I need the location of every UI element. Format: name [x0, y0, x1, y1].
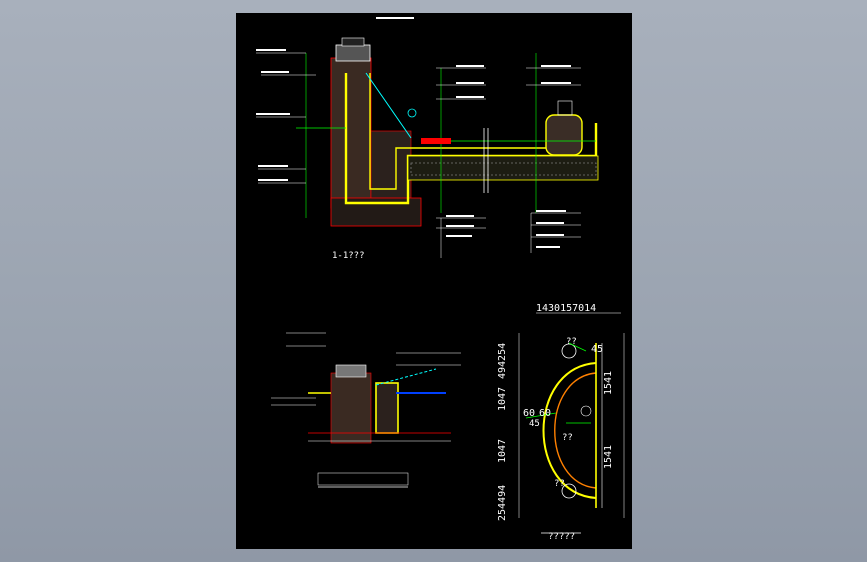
plan-question-3: ?? — [554, 479, 565, 489]
drawing-sheet: 1-1??? ????? 1430157014 494254 1047 1047… — [236, 13, 632, 549]
plan-caption: ????? — [548, 532, 576, 542]
cad-drawing-canvas — [256, 17, 625, 534]
plan-radius-inner: 45 — [529, 419, 540, 429]
plan-question-2: ?? — [562, 433, 573, 443]
inlet-pipe — [365, 72, 412, 139]
curb-cap — [557, 100, 573, 116]
plan-arc-inner — [554, 372, 597, 489]
detail-coping — [335, 364, 367, 378]
detail-wall — [330, 372, 372, 444]
plan-dim-left-mid1: 1047 — [497, 386, 508, 411]
detail-channel — [375, 382, 399, 434]
plan-dim-right-top: 1541 — [603, 370, 614, 395]
plan-radius-left: 60 — [523, 408, 536, 419]
plan-radius-mid: 60 — [539, 408, 552, 419]
wall-body — [330, 57, 372, 209]
plan-dim-right-bot: 1541 — [603, 444, 614, 469]
plan-question-1: ?? — [566, 337, 577, 347]
plan-center-ring — [580, 405, 592, 417]
coping-top — [341, 37, 365, 47]
plan-dim-left-bot: 254494 — [497, 484, 508, 521]
section-label: 1-1??? — [332, 251, 365, 261]
capping-stone — [335, 44, 371, 62]
plan-dim-top-label: 1430157014 — [536, 303, 597, 314]
pool-slab — [407, 155, 599, 181]
edge-detail-drawing — [271, 332, 461, 488]
section-1-1-drawing — [256, 17, 599, 258]
red-marker — [421, 138, 451, 144]
right-curb — [545, 114, 583, 156]
plan-radius-small: 45 — [591, 344, 604, 355]
plan-arc-outer — [542, 362, 597, 499]
nozzle — [407, 108, 417, 118]
plan-dim-left-mid2: 1047 — [497, 438, 508, 463]
plan-dim-left-top: 494254 — [497, 342, 508, 379]
detail-title-box — [317, 472, 409, 486]
